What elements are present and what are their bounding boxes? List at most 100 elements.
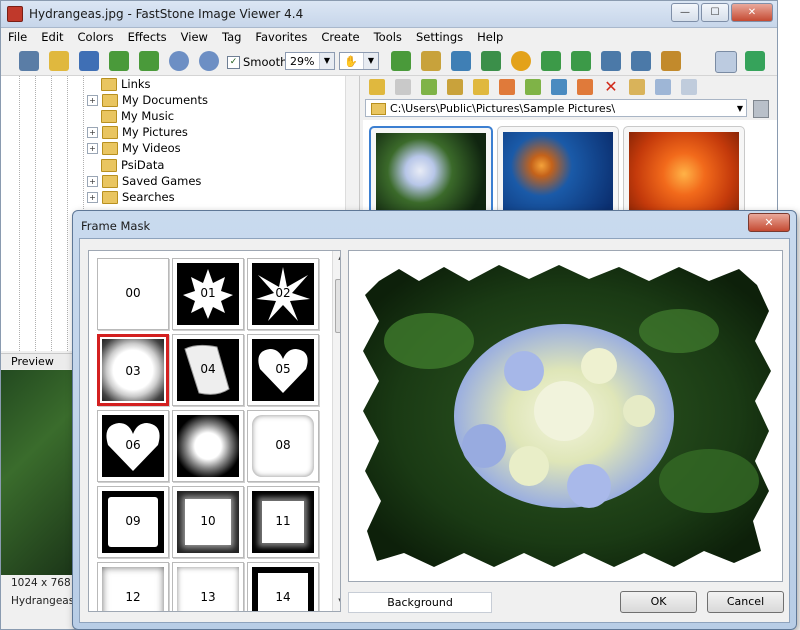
fullscreen-icon[interactable] [745, 51, 765, 71]
menu-file[interactable]: File [1, 28, 34, 47]
menu-create[interactable]: Create [314, 28, 366, 47]
expand-icon[interactable]: + [87, 175, 98, 187]
menu-colors[interactable]: Colors [71, 28, 121, 47]
delete-icon[interactable]: ✕ [603, 79, 619, 95]
menu-tools[interactable]: Tools [367, 28, 409, 47]
smooth-checkbox[interactable]: ✓ [227, 56, 240, 69]
path-value: C:\Users\Public\Pictures\Sample Pictures… [390, 102, 616, 115]
next-icon[interactable] [139, 51, 159, 71]
mask-number: 09 [125, 514, 141, 528]
mask-item-12[interactable]: 12 [97, 562, 169, 611]
compare-icon[interactable] [601, 51, 621, 71]
path-combo[interactable]: C:\Users\Public\Pictures\Sample Pictures… [365, 99, 747, 117]
scroll-thumb[interactable] [335, 279, 340, 333]
tree-item-links[interactable]: Links [101, 76, 151, 92]
chevron-down-icon: ▼ [736, 104, 743, 113]
trash-icon[interactable] [753, 100, 769, 118]
mask-number: 03 [125, 364, 141, 378]
tree-item-searches[interactable]: + Searches [87, 189, 175, 205]
mask-number: 02 [275, 286, 291, 300]
expand-icon[interactable]: + [87, 94, 98, 106]
refresh-icon[interactable] [551, 79, 567, 95]
menu-effects[interactable]: Effects [121, 28, 174, 47]
expand-icon[interactable]: + [87, 126, 98, 138]
rotate-left-icon[interactable] [541, 51, 561, 71]
expand-icon[interactable]: + [87, 142, 98, 154]
mask-item-09[interactable]: 09 [97, 486, 169, 558]
mask-item-14[interactable]: 14 [247, 562, 319, 611]
mask-item-00[interactable]: 00 [97, 258, 169, 330]
person-icon[interactable] [481, 51, 501, 71]
mask-item-13[interactable]: 13 [172, 562, 244, 611]
back-icon[interactable] [369, 79, 385, 95]
thumbnails-view-icon[interactable] [681, 79, 697, 95]
menu-tag[interactable]: Tag [215, 28, 248, 47]
ok-button[interactable]: OK [620, 591, 697, 613]
folder-icon [102, 125, 118, 139]
previous-icon[interactable] [109, 51, 129, 71]
copy-to-icon[interactable] [499, 79, 515, 95]
scroll-up-icon[interactable]: ▲ [335, 253, 340, 265]
menu-view[interactable]: View [174, 28, 215, 47]
zoom-in-icon[interactable] [169, 51, 189, 71]
maximize-button[interactable]: ☐ [701, 3, 729, 22]
dialog-close-button[interactable]: ✕ [748, 213, 790, 232]
rename-icon[interactable] [577, 79, 593, 95]
mouse-mode-select[interactable]: ✋ ▼ [339, 52, 379, 70]
camera-icon[interactable] [19, 51, 39, 71]
wallpaper-icon[interactable] [661, 51, 681, 71]
thumbnail-chrysanthemum[interactable] [623, 126, 745, 222]
mask-number: 10 [200, 514, 216, 528]
folder-icon [101, 77, 117, 91]
resize-icon[interactable] [451, 51, 471, 71]
move-to-icon[interactable] [525, 79, 541, 95]
thumbnail-jellyfish[interactable] [497, 126, 619, 222]
save-icon[interactable] [79, 51, 99, 71]
mask-item-11[interactable]: 11 [247, 486, 319, 558]
menu-edit[interactable]: Edit [34, 28, 70, 47]
mask-item-08[interactable]: 08 [247, 410, 319, 482]
list-view-icon[interactable] [655, 79, 671, 95]
mask-item-01[interactable]: 01 [172, 258, 244, 330]
tree-item-my-documents[interactable]: + My Documents [87, 92, 208, 108]
expand-icon[interactable]: + [87, 191, 98, 203]
acquire-icon[interactable] [391, 51, 411, 71]
zoom-out-icon[interactable] [199, 51, 219, 71]
tree-item-psidata[interactable]: PsiData [101, 157, 164, 173]
sun-icon[interactable] [511, 51, 531, 71]
mask-item-06[interactable]: 06 [97, 410, 169, 482]
details-view-icon[interactable] [629, 79, 645, 95]
minimize-button[interactable]: — [671, 3, 699, 22]
cancel-button[interactable]: Cancel [707, 591, 784, 613]
slideshow-icon[interactable] [631, 51, 651, 71]
mask-item-03[interactable]: 03 [97, 334, 169, 406]
favorites-folder-icon[interactable] [447, 79, 463, 95]
rotate-right-icon[interactable] [571, 51, 591, 71]
new-folder-icon[interactable] [473, 79, 489, 95]
frame-mask-dialog: Frame Mask ✕ 00 01 02 03 04 05 06 07 08 … [72, 210, 797, 630]
crop-icon[interactable] [421, 51, 441, 71]
close-button[interactable]: ✕ [731, 3, 773, 22]
mask-item-05[interactable]: 05 [247, 334, 319, 406]
folder-icon [102, 141, 118, 155]
menu-help[interactable]: Help [470, 28, 510, 47]
mask-list-scrollbar[interactable]: ▲ ▼ [332, 251, 340, 611]
mask-item-10[interactable]: 10 [172, 486, 244, 558]
tree-item-my-music[interactable]: My Music [101, 108, 174, 124]
menu-favorites[interactable]: Favorites [248, 28, 314, 47]
tree-item-my-pictures[interactable]: + My Pictures [87, 124, 188, 140]
mask-item-04[interactable]: 04 [172, 334, 244, 406]
open-folder-icon[interactable] [49, 51, 69, 71]
menu-settings[interactable]: Settings [409, 28, 470, 47]
tree-item-my-videos[interactable]: + My Videos [87, 140, 181, 156]
up-folder-icon[interactable] [421, 79, 437, 95]
mask-item-02[interactable]: 02 [247, 258, 319, 330]
mask-item-07[interactable]: 07 [172, 410, 244, 482]
zoom-select[interactable]: 29% ▼ [285, 52, 335, 70]
forward-icon[interactable] [395, 79, 411, 95]
background-button[interactable]: Background [348, 592, 492, 613]
mask-list: 00 01 02 03 04 05 06 07 08 09 10 11 12 1… [88, 250, 341, 612]
layout-icon[interactable] [715, 51, 737, 73]
scroll-down-icon[interactable]: ▼ [335, 597, 340, 609]
tree-item-saved-games[interactable]: + Saved Games [87, 173, 201, 189]
